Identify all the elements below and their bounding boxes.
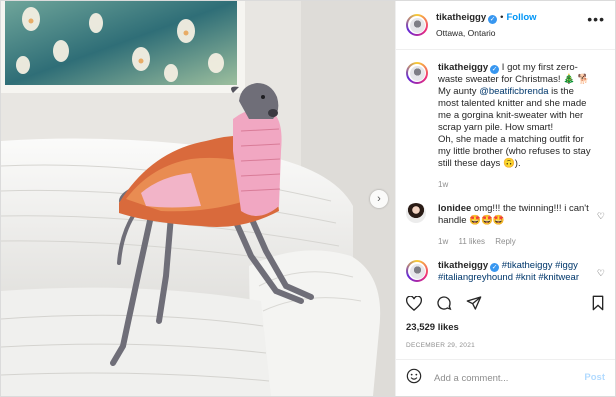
caption-text-4: Oh, she made a matching outfit for my li… [438, 134, 591, 169]
share-icon[interactable] [466, 295, 482, 311]
post-photo[interactable]: › [1, 1, 395, 396]
heart-icon[interactable]: ♡ [597, 210, 605, 222]
carousel-next-button[interactable]: › [370, 190, 388, 208]
follow-button[interactable]: Follow [506, 12, 536, 23]
greyhound-sweater-photo [1, 1, 395, 396]
comment-username[interactable]: lonidee [438, 203, 471, 214]
caption-time[interactable]: 1w [438, 180, 448, 189]
instagram-post: › tikatheiggy ✓ • Follow Ottawa, Ontario ••… [0, 0, 616, 397]
heart-icon[interactable] [406, 295, 422, 311]
comment-time[interactable]: 1w [438, 237, 448, 246]
verified-badge-icon: ✓ [488, 14, 498, 24]
comment-avatar[interactable] [406, 203, 426, 223]
caption-text-2: My aunty [438, 86, 480, 97]
header-username[interactable]: tikatheiggy [436, 12, 486, 23]
comment-item: lonidee omg!!! the twinning!!! i can't h… [406, 203, 605, 248]
caption-avatar[interactable] [406, 62, 428, 84]
post-comment-button[interactable]: Post [584, 372, 605, 384]
bookmark-icon[interactable] [591, 295, 605, 311]
more-icon[interactable]: ••• [587, 12, 605, 26]
emoji-icon[interactable] [406, 368, 422, 388]
avatar[interactable] [406, 14, 428, 36]
comment-item: tikatheiggy ✓ #tikatheiggy #iggy #italian… [406, 260, 605, 284]
comment-icon[interactable] [436, 295, 452, 311]
carousel-next-icon: › [377, 193, 381, 205]
comments-list[interactable]: tikatheiggy ✓ I got my first zero-waste s… [396, 50, 615, 287]
comment-avatar[interactable] [406, 260, 428, 282]
verified-badge-icon: ✓ [490, 65, 500, 74]
post-panel: tikatheiggy ✓ • Follow Ottawa, Ontario ••• … [395, 1, 615, 396]
verified-badge-icon: ✓ [490, 263, 500, 272]
post-header: tikatheiggy ✓ • Follow Ottawa, Ontario ••• [396, 1, 615, 50]
caption: tikatheiggy ✓ I got my first zero-waste s… [406, 62, 605, 191]
caption-username[interactable]: tikatheiggy [438, 62, 488, 73]
add-comment-bar: Post [396, 359, 615, 396]
action-bar [406, 291, 605, 315]
mention-link[interactable]: @beatificbrenda [479, 86, 548, 97]
heart-icon[interactable]: ♡ [597, 267, 605, 279]
comment-username[interactable]: tikatheiggy [438, 260, 488, 271]
likes-count[interactable]: 23,529 likes [406, 322, 459, 334]
location-link[interactable]: Ottawa, Ontario [436, 27, 537, 39]
post-date[interactable]: DECEMBER 29, 2021 [406, 340, 475, 352]
comment-input[interactable] [432, 371, 585, 385]
comment-likes[interactable]: 11 likes [458, 237, 485, 246]
reply-button[interactable]: Reply [495, 237, 515, 246]
